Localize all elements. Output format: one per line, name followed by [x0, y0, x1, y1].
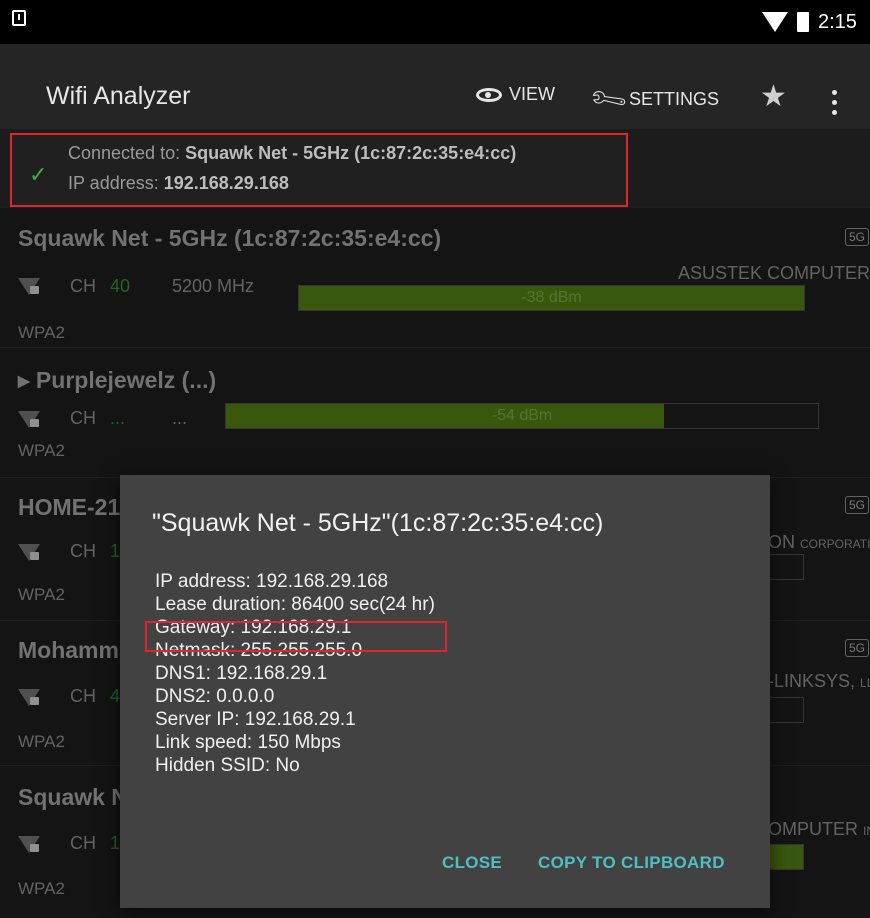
copy-to-clipboard-button[interactable]: COPY TO CLIPBOARD — [538, 853, 725, 873]
gateway-highlight — [145, 621, 447, 652]
battery-icon — [797, 12, 809, 32]
status-bar: 2:15 — [0, 0, 870, 44]
wrench-icon: 🔧︎ — [586, 77, 631, 121]
eye-icon — [476, 87, 502, 102]
more-vert-icon[interactable] — [832, 90, 837, 120]
settings-label: SETTINGS — [629, 89, 720, 109]
detail-dns2: DNS2: 0.0.0.0 — [155, 686, 275, 707]
view-button[interactable]: VIEW — [476, 84, 555, 105]
detail-hidden-ssid: Hidden SSID: No — [155, 755, 300, 776]
detail-link-speed: Link speed: 150 Mbps — [155, 732, 341, 753]
status-time: 2:15 — [818, 11, 857, 33]
dialog-details: IP address: 192.168.29.168 Lease duratio… — [155, 570, 435, 777]
connection-info: ✓ Connected to: Squawk Net - 5GHz (1c:87… — [10, 133, 628, 207]
network-details-dialog: "Squawk Net - 5GHz"(1c:87:2c:35:e4:cc) I… — [120, 475, 770, 908]
dialog-title: "Squawk Net - 5GHz"(1c:87:2c:35:e4:cc) — [152, 509, 604, 537]
app-bar: Wifi Analyzer VIEW 🔧︎ SETTINGS ★ — [0, 44, 870, 129]
download-notification-icon — [12, 10, 26, 26]
view-label: VIEW — [509, 84, 556, 104]
check-icon: ✓ — [29, 162, 48, 187]
detail-server-ip: Server IP: 192.168.29.1 — [155, 709, 356, 730]
wifi-signal-icon — [762, 12, 788, 32]
app-title: Wifi Analyzer — [46, 82, 191, 110]
star-icon[interactable]: ★ — [760, 79, 787, 114]
detail-dns1: DNS1: 192.168.29.1 — [155, 663, 328, 684]
ip-address-text: IP address: 192.168.29.168 — [68, 173, 289, 193]
connected-to-text: Connected to: Squawk Net - 5GHz (1c:87:2… — [68, 143, 517, 163]
settings-button[interactable]: 🔧︎ SETTINGS — [586, 77, 720, 121]
app-screen: 2:15 Wifi Analyzer VIEW 🔧︎ SETTINGS ★ ✓ … — [0, 0, 870, 918]
close-button[interactable]: CLOSE — [442, 853, 502, 873]
detail-ip-address: IP address: 192.168.29.168 — [155, 571, 389, 592]
detail-lease-duration: Lease duration: 86400 sec(24 hr) — [155, 594, 435, 615]
